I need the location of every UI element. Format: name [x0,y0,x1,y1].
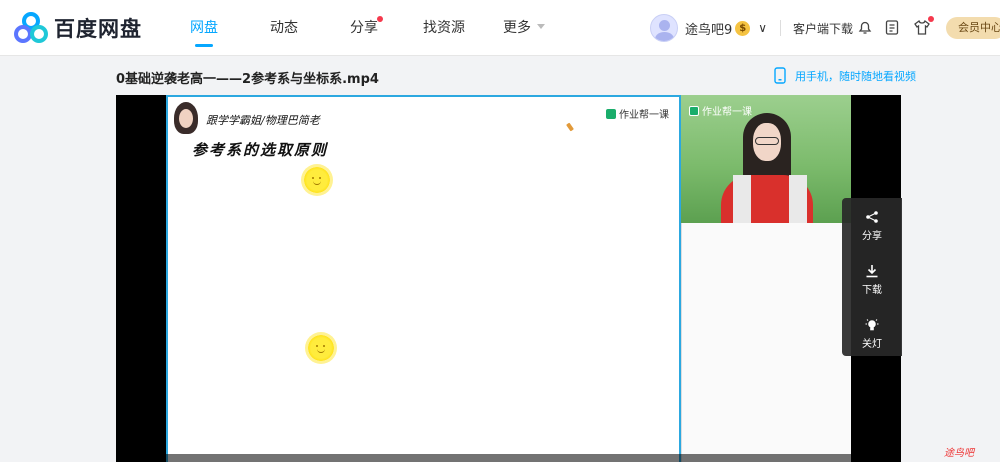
watermark-logo: 途鸟吧 [944,448,974,459]
teacher-name: 跟学学霸姐/物理巴简老 [206,114,320,127]
baidu-netdisk-logo[interactable]: 百度网盘 [14,11,142,45]
client-download-link[interactable]: 客户端下载 [793,20,853,37]
logo-text: 作业帮一课 [702,107,752,118]
player-progress-bar[interactable] [116,454,901,462]
sun-eye [316,345,318,347]
download-icon [866,265,878,278]
video-side-panel: 分享 下载 关灯 [842,198,902,356]
share-button[interactable]: 分享 [842,200,902,250]
member-center-button[interactable]: 会员中心 [946,17,1000,39]
nav-label: 找资源 [423,20,465,36]
chevron-down-icon[interactable]: ∨ [758,21,767,35]
shirt-stripe [789,175,807,223]
sun-mouth [313,181,321,185]
secondary-whiteboard [681,223,851,462]
nav-item-netdisk[interactable]: 网盘 [164,0,244,56]
lecture-whiteboard: 跟学学霸姐/物理巴简老 作业帮一课 参考系的选取原则 [166,95,681,462]
logo-text: 作业帮一课 [619,110,669,121]
sun-eye [312,177,314,179]
shirt-stripe [733,175,751,223]
bell-icon[interactable] [856,18,874,36]
download-label: 下载 [862,285,882,296]
nav-item-share[interactable]: 分享 [324,0,404,56]
nav-item-activity[interactable]: 动态 [244,0,324,56]
header-divider [780,20,781,36]
sun-eye [319,177,321,179]
top-navigation-bar: 百度网盘 网盘 动态 分享 找资源 更多 途鸟吧9 $ ∨ 客户端下载 会员中心 [0,0,1000,56]
video-player[interactable]: 跟学学霸姐/物理巴简老 作业帮一课 参考系的选取原则 作业帮一课 [116,95,901,462]
lights-off-button[interactable]: 关灯 [842,308,902,358]
cloud-logo-icon [14,12,48,43]
nav-label: 分享 [350,20,378,36]
nav-label: 网盘 [190,20,218,36]
watch-on-phone-label: 用手机，随时随地看视频 [795,69,916,83]
nav-label: 动态 [270,20,298,36]
phone-icon [774,67,786,84]
teacher-glasses [755,137,779,145]
vip-coin-icon: $ [735,20,751,36]
lights-off-label: 关灯 [862,339,882,350]
logo-square-icon [606,108,616,119]
logo-square-icon [689,105,699,116]
teacher-camera-feed: 作业帮一课 [681,95,851,223]
tshirt-icon[interactable] [913,16,934,36]
nav-label: 更多 [503,20,531,36]
sun-sticker-icon [308,335,334,361]
nav-item-find-resources[interactable]: 找资源 [404,0,484,56]
watch-on-phone-link[interactable]: 用手机，随时随地看视频 [774,67,916,84]
main-nav: 网盘 动态 分享 找资源 更多 [164,0,564,56]
board-heading: 参考系的选取原则 [192,141,329,159]
nav-item-more[interactable]: 更多 [484,0,564,56]
avatar[interactable] [650,14,678,42]
chevron-down-icon [537,24,545,33]
zuoyebang-logo: 作业帮一课 [606,106,669,121]
share-label: 分享 [862,231,882,242]
clipboard-icon[interactable] [883,18,901,36]
username: 途鸟吧9 [685,22,733,38]
share-icon [866,211,878,223]
user-menu[interactable]: 途鸟吧9 $ ∨ [650,14,767,42]
sun-eye [323,345,325,347]
teacher-avatar [174,102,198,134]
sun-sticker-icon [304,167,330,193]
video-title: 0基础逆袭老高一——2参考系与坐标系.mp4 [116,72,379,87]
pen-cursor-icon [566,122,574,132]
download-button[interactable]: 下载 [842,254,902,304]
notification-dot [377,16,383,22]
sun-mouth [317,349,325,353]
brand-name: 百度网盘 [54,17,142,41]
notification-dot [928,16,934,22]
zuoyebang-logo: 作业帮一课 [689,103,752,118]
lightbulb-icon [865,319,879,331]
